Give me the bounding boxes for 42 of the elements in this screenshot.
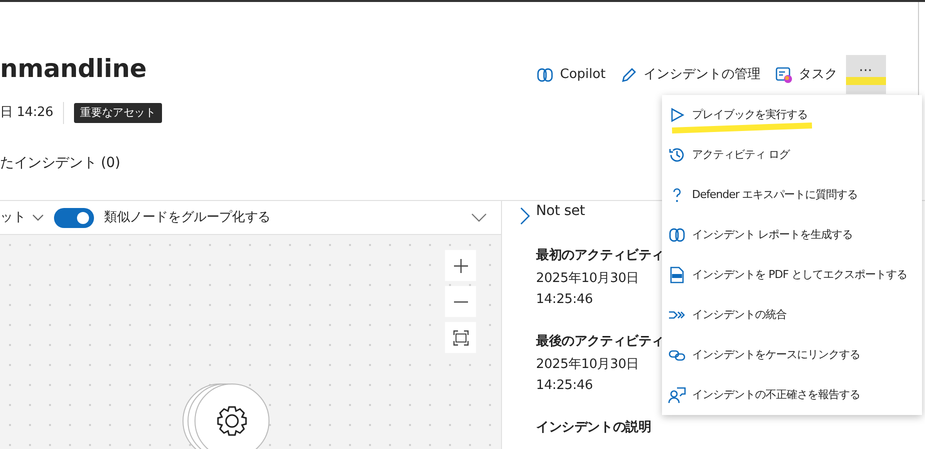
layout-dropdown[interactable]: ット [0, 208, 44, 228]
field-label: 最初のアクティビティ [536, 246, 664, 265]
menu-item[interactable]: インシデントをケースにリンクする [662, 335, 922, 375]
pencil-icon [620, 66, 638, 84]
manage-incident-button[interactable]: インシデントの管理 [620, 64, 761, 84]
more-button[interactable]: ··· [846, 55, 886, 94]
group-toggle[interactable] [54, 208, 94, 228]
menu-item[interactable]: プレイブックを実行する [662, 95, 922, 135]
field-label: 最後のアクティビティ [536, 332, 664, 351]
menu-item[interactable]: Defender エキスパートに質問する [662, 175, 922, 215]
field-label: インシデントの説明 [536, 418, 652, 436]
field-value: 14:25:46 [536, 377, 594, 395]
tasks-icon [774, 66, 793, 84]
person-feedback-icon [668, 386, 686, 404]
timestamp: 日 14:26 [0, 104, 54, 122]
copilot-icon [668, 226, 686, 244]
menu-item[interactable]: インシデントの不正確さを報告する [662, 375, 922, 415]
minus-icon [452, 300, 468, 302]
fit-view-button[interactable] [445, 322, 476, 353]
field-value: 2025年10月30日 [536, 356, 640, 374]
chevron-down-icon[interactable] [471, 212, 487, 222]
copilot-button[interactable]: Copilot [536, 64, 606, 84]
menu-item[interactable]: インシデントの統合 [662, 295, 922, 335]
status-value: Not set [536, 202, 586, 221]
incident-title: nmandline [0, 54, 147, 84]
chevron-down-icon [32, 214, 44, 222]
menu-item[interactable]: インシデント レポートを生成する [662, 215, 922, 255]
menu-item[interactable]: インシデントを PDF としてエクスポートする [662, 255, 922, 295]
asset-tag: 重要なアセット [74, 102, 162, 124]
field-value: 2025年10月30日 [536, 270, 640, 288]
plus-icon [452, 258, 468, 274]
tasks-button[interactable]: タスク [774, 64, 838, 84]
copilot-icon [536, 66, 554, 84]
document-icon [668, 266, 686, 284]
related-incidents-link[interactable]: たインシデント (0) [0, 153, 120, 174]
field-value: 14:25:46 [536, 291, 594, 310]
chevron-right-icon[interactable] [520, 207, 530, 225]
history-icon [668, 146, 686, 164]
toggle-label: 類似ノードをグループ化する [104, 208, 270, 227]
menu-item[interactable]: アクティビティ ログ [662, 135, 922, 175]
fit-view-icon [452, 330, 468, 346]
zoom-in-button[interactable] [445, 250, 476, 281]
